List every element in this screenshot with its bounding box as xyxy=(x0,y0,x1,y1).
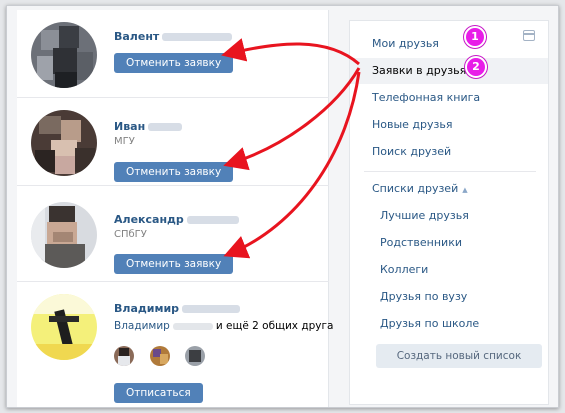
sidebar-list-school[interactable]: Друзья по школе xyxy=(350,311,548,337)
screenshot-frame: Валент Отменить заявку Иван МГУ Отменить… xyxy=(6,5,559,408)
sidebar-item-my-friends[interactable]: Мои друзья xyxy=(350,31,548,57)
friend-name[interactable]: Владимир xyxy=(114,302,241,315)
avatar[interactable] xyxy=(31,294,97,360)
cancel-request-button[interactable]: Отменить заявку xyxy=(114,254,234,274)
annotation-badge-2: 2 xyxy=(465,56,487,78)
list-item: Владимир Владимир и ещё 2 общих друга Отп… xyxy=(17,282,333,407)
unsubscribe-button[interactable]: Отписаться xyxy=(114,383,203,403)
friends-sidebar: Мои друзья Заявки в друзья Телефонная кн… xyxy=(349,20,549,405)
mutual-friend-avatar[interactable] xyxy=(150,346,170,366)
mutual-friend-avatar[interactable] xyxy=(114,346,134,366)
sidebar-item-find-friends[interactable]: Поиск друзей xyxy=(350,139,548,165)
avatar[interactable] xyxy=(31,110,97,176)
avatar[interactable] xyxy=(31,202,97,268)
chevron-up-icon: ▲ xyxy=(462,186,468,194)
create-list-button[interactable]: Создать новый список xyxy=(376,344,542,368)
divider xyxy=(364,171,536,172)
cancel-request-button[interactable]: Отменить заявку xyxy=(114,162,234,182)
mutual-friend-avatar[interactable] xyxy=(185,346,205,366)
friend-name[interactable]: Иван xyxy=(114,120,183,133)
friend-name[interactable]: Александр xyxy=(114,213,239,226)
annotation-badge-1: 1 xyxy=(464,26,486,48)
avatar[interactable] xyxy=(31,22,97,88)
sidebar-list-relatives[interactable]: Родственники xyxy=(350,230,548,256)
friend-requests-list: Валент Отменить заявку Иван МГУ Отменить… xyxy=(17,10,333,407)
friend-name[interactable]: Валент xyxy=(114,30,233,43)
sidebar-list-colleagues[interactable]: Коллеги xyxy=(350,257,548,283)
friend-university: МГУ xyxy=(114,136,135,147)
list-item: Иван МГУ Отменить заявку xyxy=(17,98,329,186)
list-item: Александр СПбГУ Отменить заявку xyxy=(17,186,329,282)
friend-university: СПбГУ xyxy=(114,229,147,240)
list-item: Валент Отменить заявку xyxy=(17,10,329,98)
sidebar-item-phone-book[interactable]: Телефонная книга xyxy=(350,85,548,111)
cancel-request-button[interactable]: Отменить заявку xyxy=(114,53,234,73)
friend-lists-toggle[interactable]: Списки друзей ▲ xyxy=(350,176,548,202)
mutual-friends[interactable]: Владимир и ещё 2 общих друга xyxy=(114,320,333,332)
sidebar-item-friend-requests[interactable]: Заявки в друзья xyxy=(350,58,548,84)
sidebar-list-university[interactable]: Друзья по вузу xyxy=(350,284,548,310)
sidebar-list-best-friends[interactable]: Лучшие друзья xyxy=(350,203,548,229)
calendar-icon[interactable] xyxy=(523,30,535,41)
sidebar-item-new-friends[interactable]: Новые друзья xyxy=(350,112,548,138)
